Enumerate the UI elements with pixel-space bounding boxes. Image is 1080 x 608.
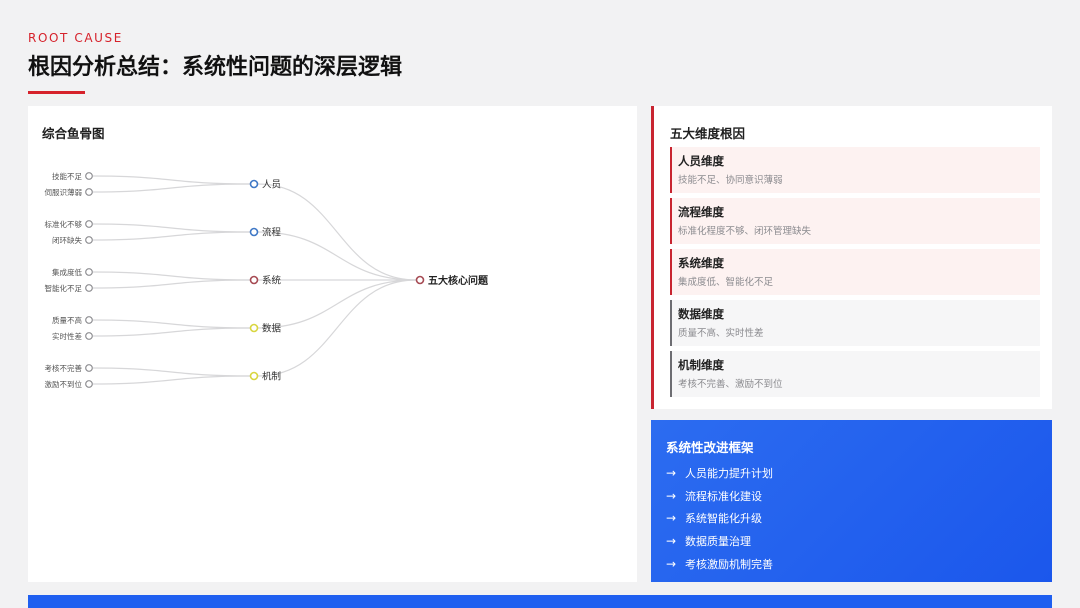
category-label: 数据 [262,323,282,335]
connector-line [257,279,417,377]
connector-line [92,271,251,281]
bottom-accent-band [28,595,1052,608]
dimension-item-data: 数据维度 质量不高、实时性差 [670,300,1040,346]
framework-item-label: 人员能力提升计划 [685,467,773,481]
framework-title: 系统性改进框架 [666,440,754,455]
category-label: 系统 [262,275,282,287]
framework-item-label: 系统智能化升级 [685,512,762,526]
connector-line [92,223,251,233]
framework-item: → 数据质量治理 [666,530,773,553]
dimension-name: 机制维度 [678,358,724,372]
arrow-right-icon: → [666,556,677,571]
center-label: 五大核心问题 [428,274,489,287]
cause-node [85,284,93,292]
dimensions-card: 五大维度根因 人员维度 技能不足、协同意识薄弱 流程维度 标准化程度不够、闭环管… [651,106,1052,409]
framework-item: → 系统智能化升级 [666,507,773,530]
title-underline [28,91,85,94]
dimension-item-process: 流程维度 标准化程度不够、闭环管理缺失 [670,198,1040,244]
connector-line [92,375,251,385]
arrow-right-icon: → [666,488,677,503]
framework-list: → 人员能力提升计划 → 流程标准化建设 → 系统智能化升级 → 数据质量治理 → 考核激… [666,462,773,575]
arrow-right-icon: → [666,466,677,481]
cause-node [85,236,93,244]
cause-label: 激励不到位 [45,379,83,389]
cause-label: 考核不完善 [45,363,83,373]
connector-line [257,279,417,329]
dimension-name: 流程维度 [678,205,724,219]
cause-label: 智能化不足 [45,283,83,293]
dimension-name: 数据维度 [678,307,724,321]
framework-item: → 流程标准化建设 [666,485,773,508]
arrow-right-icon: → [666,511,677,526]
framework-item: → 考核激励机制完善 [666,552,773,575]
dimension-desc: 考核不完善、激励不到位 [678,379,783,390]
fishbone-card: 综合鱼骨图 五大核心问题 人员 技能不足 伺服识薄弱 流程 标准化不够 闭环缺失 系统 集成度低… [28,106,637,582]
dimension-name: 人员维度 [678,154,724,168]
framework-item: → 人员能力提升计划 [666,462,773,485]
category-node [249,371,259,381]
cause-node [85,172,93,180]
framework-item-label: 数据质量治理 [685,535,751,549]
framework-card: 系统性改进框架 → 人员能力提升计划 → 流程标准化建设 → 系统智能化升级 → 数据质… [651,420,1052,582]
cause-node [85,188,93,196]
dimension-item-system: 系统维度 集成度低、智能化不足 [670,249,1040,295]
cause-label: 质量不高 [52,315,82,325]
dimension-desc: 标准化程度不够、闭环管理缺失 [678,226,812,237]
connector-line [257,231,417,281]
eyebrow-label: ROOT CAUSE [28,31,123,45]
cause-node [85,268,93,276]
cause-label: 闭环缺失 [52,235,82,245]
cause-node [85,380,93,388]
cause-label: 实时性差 [52,331,82,341]
cause-label: 标准化不够 [45,219,83,229]
category-label: 人员 [262,180,281,191]
connector-line [92,367,251,377]
page-title: 根因分析总结：系统性问题的深层逻辑 [28,55,403,80]
cause-label: 技能不足 [52,171,82,181]
category-node [249,323,259,333]
dimension-item-personnel: 人员维度 技能不足、协同意识薄弱 [670,147,1040,193]
cause-node [85,364,93,372]
connector-line [92,231,251,241]
cause-node [85,332,93,340]
cause-label: 伺服识薄弱 [45,187,83,197]
connector-line [92,327,251,337]
dimension-desc: 技能不足、协同意识薄弱 [678,175,783,186]
connector-line [92,279,251,289]
cause-node [85,220,93,228]
category-node [249,179,259,189]
framework-item-label: 考核激励机制完善 [685,557,773,571]
dimensions-heading: 五大维度根因 [670,126,746,141]
dimension-desc: 质量不高、实时性差 [678,328,764,339]
dimension-list: 人员维度 技能不足、协同意识薄弱 流程维度 标准化程度不够、闭环管理缺失 系统维… [670,147,1040,402]
framework-item-label: 流程标准化建设 [685,489,762,503]
center-node [415,275,425,285]
connector-line [257,183,417,281]
connector-line [92,175,251,185]
dimension-desc: 集成度低、智能化不足 [678,277,774,288]
category-label: 流程 [262,227,282,239]
arrow-right-icon: → [666,534,677,549]
cause-node [85,316,93,324]
category-node [249,275,259,285]
connector-line [92,183,251,193]
cause-label: 集成度低 [52,267,82,277]
dimension-item-mechanism: 机制维度 考核不完善、激励不到位 [670,351,1040,397]
dimension-name: 系统维度 [678,256,724,270]
connector-line [92,319,251,329]
fishbone-diagram: 五大核心问题 人员 技能不足伺服识薄弱流程 标准化不够闭环缺失系统 集成度低智能化不足数… [45,171,489,389]
category-label: 机制 [262,371,281,383]
category-node [249,227,259,237]
